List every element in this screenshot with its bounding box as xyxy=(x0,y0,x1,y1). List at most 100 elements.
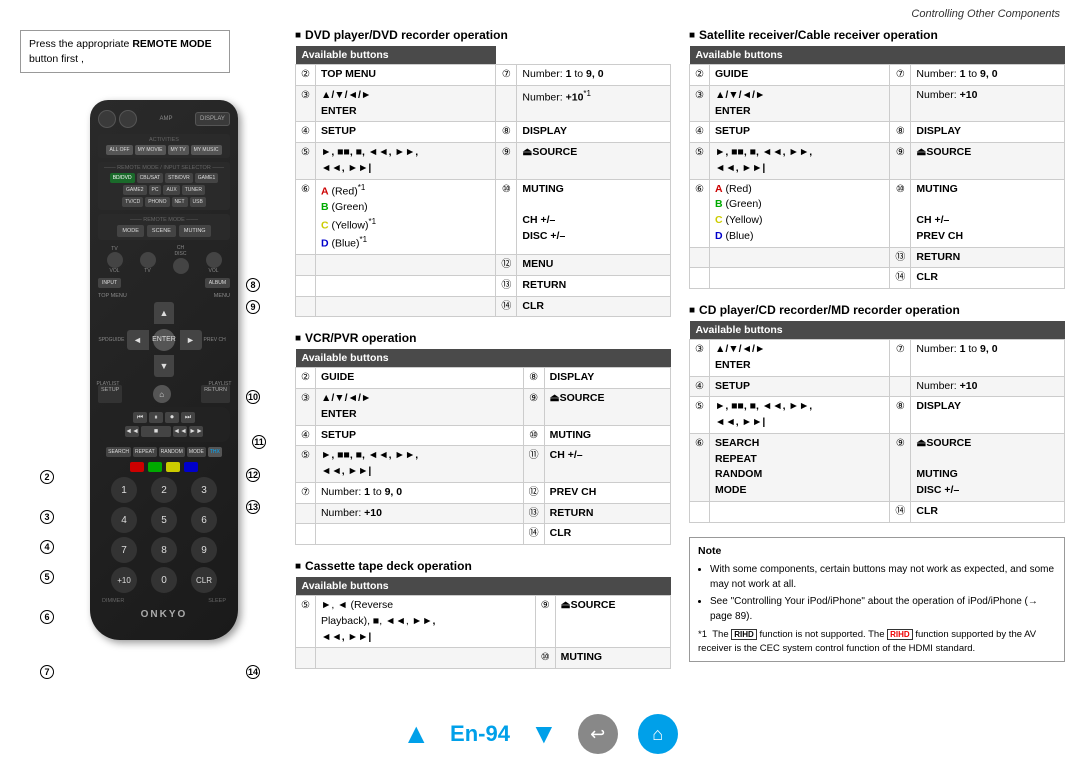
table-row: ⑤ ►, ■■, ■, ◄◄, ►►,◄◄, ►►| ⑨ ⏏SOURCE xyxy=(690,143,1065,180)
row-label: A (Red) B (Green) C (Yellow) D (Blue) xyxy=(709,179,889,247)
row-num: ⑧ xyxy=(523,368,544,389)
row-num: ⑩ xyxy=(535,648,555,669)
row-num: ③ xyxy=(296,389,316,426)
remote-mode-note: Press the appropriate REMOTE MODE button… xyxy=(20,30,220,81)
row-label: SETUP xyxy=(709,122,889,143)
row-num: ② xyxy=(296,65,316,86)
table-row: ⑥ A (Red) B (Green) C (Yellow) D (Blue) … xyxy=(690,179,1065,247)
prev-page-arrow[interactable]: ▲ xyxy=(402,718,430,750)
satellite-header: Available buttons xyxy=(690,46,1065,65)
row-label: Number: +10*1 xyxy=(517,85,671,122)
remote-body: AMP DISPLAY ACTIVITIES ALL OFF MY MOVIE … xyxy=(90,100,238,640)
row-label: A (Red)*1 B (Green) C (Yellow)*1 D (Blue… xyxy=(315,179,495,255)
callout-6: 6 xyxy=(40,610,54,624)
row-label: ▲/▼/◄/►ENTER xyxy=(315,389,523,426)
row-num: ⑥ xyxy=(690,433,710,501)
row-label: Number: 1 to 9, 0 xyxy=(315,482,523,503)
row-label: Number: +10 xyxy=(315,503,523,524)
table-row: ⑤ ►, ■■, ■, ◄◄, ►►,◄◄, ►►| ⑪ CH +/– xyxy=(296,446,671,483)
row-num: ⑬ xyxy=(496,275,517,296)
note-list: With some components, certain buttons ma… xyxy=(698,562,1056,624)
row-label: RETURN xyxy=(911,247,1065,268)
table-row: ⑤ ►, ■■, ■, ◄◄, ►►,◄◄, ►►| ⑧ DISPLAY xyxy=(690,397,1065,434)
row-num: ⑧ xyxy=(890,122,911,143)
row-num: ③ xyxy=(690,85,710,122)
row-label: ⏏SOURCE MUTING DISC +/– xyxy=(911,433,1065,501)
row-num: ⑥ xyxy=(690,179,710,247)
row-num: ⑤ xyxy=(296,596,316,648)
note-title: Note xyxy=(698,544,1056,560)
row-num: ⑩ xyxy=(496,179,517,255)
row-label: CLR xyxy=(911,268,1065,289)
home-button[interactable]: ⌂ xyxy=(638,714,678,754)
back-button[interactable]: ↩ xyxy=(578,714,618,754)
row-num: ⑩ xyxy=(523,425,544,446)
row-num: ④ xyxy=(690,376,710,397)
row-num: ⑨ xyxy=(890,433,911,501)
row-label: GUIDE xyxy=(709,65,889,86)
table-row: ⑤ ►, ■■, ■, ◄◄, ►►, ◄◄, ►►| ⑨ ⏏SOURCE xyxy=(296,143,671,180)
row-label: PREV CH xyxy=(544,482,670,503)
row-label: ⏏SOURCE xyxy=(544,389,670,426)
row-label: CLR xyxy=(911,501,1065,522)
row-num: ③ xyxy=(690,340,710,377)
row-label: ▲/▼/◄/►ENTER xyxy=(709,85,889,122)
row-label: SETUP xyxy=(709,376,889,397)
row-label: TOP MENU xyxy=(315,65,495,86)
table-row: ⑬ RETURN xyxy=(690,247,1065,268)
row-num: ② xyxy=(296,368,316,389)
table-row: ⑭ CLR xyxy=(296,296,671,317)
vcr-section: VCR/PVR operation Available buttons ② GU… xyxy=(295,331,671,545)
row-num: ⑥ xyxy=(296,179,316,255)
row-label: ►, ■■, ■, ◄◄, ►►,◄◄, ►►| xyxy=(315,446,523,483)
row-label: ▲/▼/◄/► ENTER xyxy=(315,85,495,122)
display-button[interactable]: DISPLAY xyxy=(195,112,230,126)
row-label: ►, ■■, ■, ◄◄, ►►,◄◄, ►►| xyxy=(709,397,889,434)
row-num: ⑬ xyxy=(890,247,911,268)
row-label: GUIDE xyxy=(315,368,523,389)
row-num: ⑨ xyxy=(535,596,555,648)
table-row: ⑤ ►, ◄ (Reverse Playback), ■, ◄◄, ►►, ◄◄… xyxy=(296,596,671,648)
table-row: ② TOP MENU ⑦ Number: 1 to 9, 0 xyxy=(296,65,671,86)
row-num: ⑧ xyxy=(890,397,911,434)
row-num: ④ xyxy=(296,122,316,143)
table-row: ⑥ SEARCH REPEAT RANDOM MODE ⑨ ⏏SOURCE MU… xyxy=(690,433,1065,501)
row-label: ►, ◄ (Reverse Playback), ■, ◄◄, ►►, ◄◄, … xyxy=(315,596,535,648)
table-row: ② GUIDE ⑧ DISPLAY xyxy=(296,368,671,389)
table-row: ④ SETUP Number: +10 xyxy=(690,376,1065,397)
table-row: ⑫ MENU xyxy=(296,255,671,276)
row-label: Number: +10 xyxy=(911,85,1065,122)
row-num: ⑪ xyxy=(523,446,544,483)
row-label: Number: 1 to 9, 0 xyxy=(911,65,1065,86)
vcr-header: Available buttons xyxy=(296,349,671,368)
table-row: ③ ▲/▼/◄/► ENTER Number: +10*1 xyxy=(296,85,671,122)
table-row: ③ ▲/▼/◄/►ENTER ⑦ Number: 1 to 9, 0 xyxy=(690,340,1065,377)
satellite-table: Available buttons ② GUIDE ⑦ Number: 1 to… xyxy=(689,46,1065,289)
row-num: ③ xyxy=(296,85,316,122)
vcr-table: Available buttons ② GUIDE ⑧ DISPLAY ③ ▲/… xyxy=(295,349,671,545)
cassette-table: Available buttons ⑤ ►, ◄ (Reverse Playba… xyxy=(295,577,671,669)
row-num: ⑤ xyxy=(296,446,316,483)
row-num: ⑬ xyxy=(523,503,544,524)
row-label: SEARCH REPEAT RANDOM MODE xyxy=(709,433,889,501)
row-label: ►, ■■, ■, ◄◄, ►►,◄◄, ►►| xyxy=(709,143,889,180)
cd-header: Available buttons xyxy=(690,321,1065,340)
row-label: SETUP xyxy=(315,425,523,446)
row-label: CH +/– xyxy=(544,446,670,483)
row-num: ⑤ xyxy=(690,143,710,180)
row-num: ⑫ xyxy=(496,255,517,276)
callout-7: 7 xyxy=(40,665,54,679)
row-label: Number: +10 xyxy=(911,376,1065,397)
table-row: ⑭ CLR xyxy=(296,524,671,545)
callout-2: 2 xyxy=(40,470,54,484)
table-row: ⑦ Number: 1 to 9, 0 ⑫ PREV CH xyxy=(296,482,671,503)
next-page-arrow[interactable]: ▼ xyxy=(530,718,558,750)
row-num: ⑦ xyxy=(890,340,911,377)
row-label: DISPLAY xyxy=(911,122,1065,143)
cd-section: CD player/CD recorder/MD recorder operat… xyxy=(689,303,1065,523)
callout-14: 14 xyxy=(246,665,260,679)
left-column: DVD player/DVD recorder operation Availa… xyxy=(295,28,671,683)
row-num: ⑭ xyxy=(523,524,544,545)
table-row: ④ SETUP ⑩ MUTING xyxy=(296,425,671,446)
row-num: ⑨ xyxy=(890,143,911,180)
